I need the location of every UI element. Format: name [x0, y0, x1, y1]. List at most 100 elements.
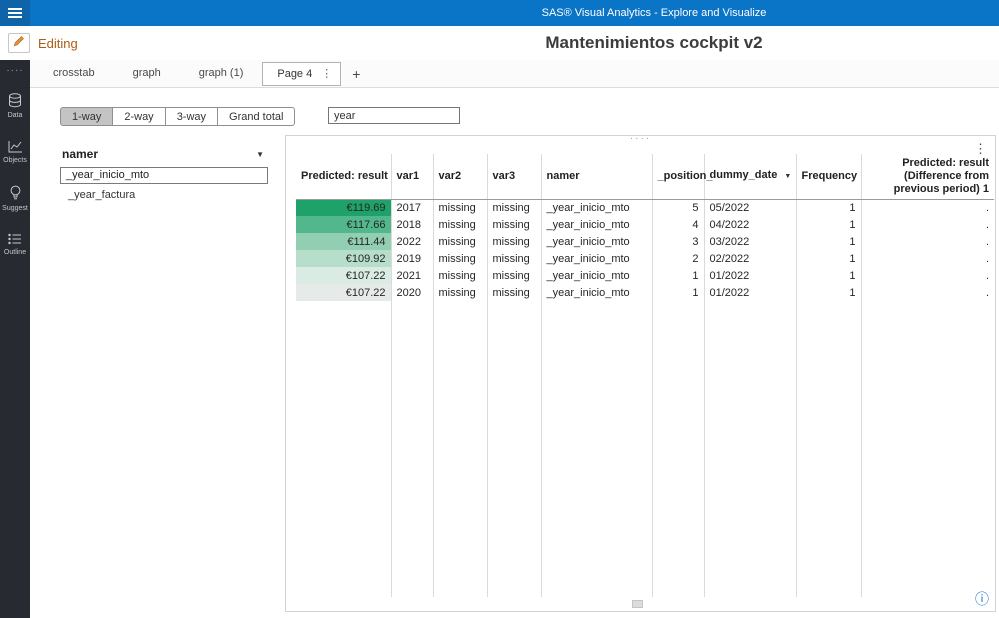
cell-var1[interactable]: 2022	[391, 233, 433, 250]
cell-frequency[interactable]: 1	[796, 233, 861, 250]
cell-frequency[interactable]: 1	[796, 267, 861, 284]
crosstab-object: ···· ⋮ Predicted: resultvar1var2var3name…	[285, 135, 996, 612]
cell-var1[interactable]: 2019	[391, 250, 433, 267]
cell-namer[interactable]: _year_inicio_mto	[541, 216, 652, 233]
cell-position[interactable]: 1	[652, 267, 704, 284]
cell-dummy_date[interactable]: 02/2022	[704, 250, 796, 267]
cell-dummy_date[interactable]: 03/2022	[704, 233, 796, 250]
rail-drag-handle-icon[interactable]: ····	[0, 60, 30, 82]
tab-label: graph (1)	[199, 67, 244, 79]
column-header-namer[interactable]: namer	[541, 154, 652, 199]
cell-frequency[interactable]: 1	[796, 199, 861, 216]
cell-predicted[interactable]: €119.69	[296, 199, 391, 216]
cell-var3[interactable]: missing	[487, 267, 541, 284]
column-header-predicted[interactable]: Predicted: result	[296, 154, 391, 199]
cell-dummy_date[interactable]: 01/2022	[704, 267, 796, 284]
column-header-label: Predicted: result (Difference from previ…	[894, 157, 989, 195]
cell-diff[interactable]: .	[861, 233, 994, 250]
horizontal-scrollbar-thumb[interactable]	[632, 600, 643, 608]
cell-var1[interactable]: 2017	[391, 199, 433, 216]
way-button-3-way[interactable]: 3-way	[165, 107, 218, 126]
object-menu-button[interactable]: ⋮	[971, 141, 990, 157]
cell-var3[interactable]: missing	[487, 216, 541, 233]
cell-position[interactable]: 3	[652, 233, 704, 250]
cell-predicted[interactable]: €107.22	[296, 284, 391, 301]
cell-var2[interactable]: missing	[433, 250, 487, 267]
tab-page-4[interactable]: Page 4⋮	[262, 62, 341, 86]
sidebar-item-data[interactable]: Data	[0, 82, 30, 129]
suggest-icon	[9, 185, 22, 201]
cell-namer[interactable]: _year_inicio_mto	[541, 250, 652, 267]
column-header-var2[interactable]: var2	[433, 154, 487, 199]
cell-var2[interactable]: missing	[433, 233, 487, 250]
cell-predicted[interactable]: €107.22	[296, 267, 391, 284]
column-header-dummy_date[interactable]: dummy_date▼	[704, 154, 796, 199]
object-drag-handle-icon[interactable]: ····	[630, 135, 651, 144]
column-header-position[interactable]: _position_	[652, 154, 704, 199]
tab-graph-1[interactable]: graph (1)	[180, 60, 263, 87]
cell-diff[interactable]: .	[861, 216, 994, 233]
column-sort-caret-icon[interactable]: ▼	[784, 173, 791, 180]
way-button-2-way[interactable]: 2-way	[112, 107, 165, 126]
sidebar-item-outline[interactable]: Outline	[0, 222, 30, 266]
cell-namer[interactable]: _year_inicio_mto	[541, 199, 652, 216]
top-app-bar: SAS® Visual Analytics - Explore and Visu…	[0, 0, 999, 26]
selected-variable-field[interactable]: _year_inicio_mto	[60, 167, 268, 184]
sidebar-item-label: Objects	[3, 157, 27, 164]
column-header-var3[interactable]: var3	[487, 154, 541, 199]
cell-var3[interactable]: missing	[487, 199, 541, 216]
cell-namer[interactable]: _year_inicio_mto	[541, 267, 652, 284]
sidebar-item-objects[interactable]: Objects	[0, 129, 30, 174]
column-header-frequency[interactable]: Frequency	[796, 154, 861, 199]
way-button-1-way[interactable]: 1-way	[60, 107, 113, 126]
cell-var3[interactable]: missing	[487, 250, 541, 267]
cell-dummy_date[interactable]: 01/2022	[704, 284, 796, 301]
cell-var2[interactable]: missing	[433, 284, 487, 301]
cell-var1[interactable]: 2020	[391, 284, 433, 301]
column-header-diff[interactable]: Predicted: result (Difference from previ…	[861, 154, 994, 199]
table-row: €109.922019missingmissing_year_inicio_mt…	[296, 250, 994, 267]
cell-frequency[interactable]: 1	[796, 250, 861, 267]
cell-position[interactable]: 4	[652, 216, 704, 233]
edit-mode-button[interactable]	[8, 33, 30, 53]
namer-dropdown[interactable]: namer ▼	[60, 145, 268, 163]
cell-namer[interactable]: _year_inicio_mto	[541, 284, 652, 301]
cell-var3[interactable]: missing	[487, 284, 541, 301]
cell-predicted[interactable]: €117.66	[296, 216, 391, 233]
cell-frequency[interactable]: 1	[796, 216, 861, 233]
variable-list-item[interactable]: _year_factura	[60, 184, 268, 203]
tab-crosstab[interactable]: crosstab	[34, 60, 114, 87]
cell-diff[interactable]: .	[861, 267, 994, 284]
menu-button[interactable]	[0, 0, 30, 26]
year-input[interactable]	[328, 107, 460, 124]
tab-graph[interactable]: graph	[114, 60, 180, 87]
tab-menu-icon[interactable]: ⋮	[321, 63, 332, 85]
cell-diff[interactable]: .	[861, 250, 994, 267]
cell-position[interactable]: 5	[652, 199, 704, 216]
cell-dummy_date[interactable]: 04/2022	[704, 216, 796, 233]
cell-diff[interactable]: .	[861, 199, 994, 216]
cell-var1[interactable]: 2021	[391, 267, 433, 284]
app-title: SAS® Visual Analytics - Explore and Visu…	[542, 0, 767, 26]
cell-var2[interactable]: missing	[433, 267, 487, 284]
cell-frequency[interactable]: 1	[796, 284, 861, 301]
cell-diff[interactable]: .	[861, 284, 994, 301]
cell-predicted[interactable]: €111.44	[296, 233, 391, 250]
cell-var2[interactable]: missing	[433, 199, 487, 216]
cell-var3[interactable]: missing	[487, 233, 541, 250]
cell-var2[interactable]: missing	[433, 216, 487, 233]
column-header-var1[interactable]: var1	[391, 154, 433, 199]
add-page-button[interactable]: +	[341, 66, 371, 82]
mode-label: Editing	[38, 36, 78, 51]
way-button-grand-total[interactable]: Grand total	[217, 107, 295, 126]
cell-position[interactable]: 1	[652, 284, 704, 301]
sidebar-item-label: Data	[8, 112, 23, 119]
cell-position[interactable]: 2	[652, 250, 704, 267]
sidebar-item-suggest[interactable]: Suggest	[0, 174, 30, 222]
info-icon[interactable]: ⓘ	[975, 589, 989, 609]
cell-namer[interactable]: _year_inicio_mto	[541, 233, 652, 250]
cell-predicted[interactable]: €109.92	[296, 250, 391, 267]
cell-var1[interactable]: 2018	[391, 216, 433, 233]
cell-dummy_date[interactable]: 05/2022	[704, 199, 796, 216]
empty-cell	[704, 301, 796, 597]
